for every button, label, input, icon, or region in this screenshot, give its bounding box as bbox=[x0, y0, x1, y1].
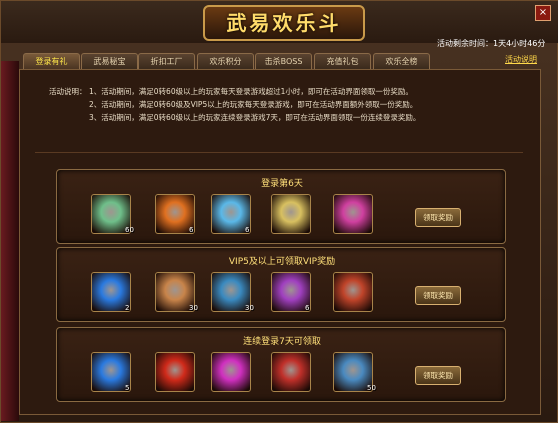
star-cluster-icon[interactable]: 5 bbox=[91, 352, 131, 392]
blue-orb-icon[interactable]: 6 bbox=[211, 194, 251, 234]
chest-icon[interactable] bbox=[333, 272, 373, 312]
remaining-time: 活动剩余时间：1天4小时46分 bbox=[437, 38, 545, 49]
reward-section-1: 登录第6天 60 6 6 领取奖励 bbox=[56, 169, 506, 244]
reward-section-3: 连续登录7天可领取 5 50 领取奖励 bbox=[56, 327, 506, 402]
item-count: 30 bbox=[189, 304, 198, 312]
reward-section-2: VIP5及以上可领取VIP奖励 2 30 30 6 领取奖励 bbox=[56, 247, 506, 322]
purple-orb-icon[interactable]: 6 bbox=[271, 272, 311, 312]
claim-reward-button[interactable]: 领取奖励 bbox=[415, 286, 461, 305]
tab-5[interactable]: 充值礼包 bbox=[314, 53, 371, 70]
item-count: 2 bbox=[125, 304, 130, 312]
gold-ingot-icon[interactable] bbox=[271, 194, 311, 234]
description-text: 3、活动期间，满足0转60级以上的玩家连续登录游戏7天，即可在活动界面领取一份连… bbox=[89, 113, 421, 122]
description-text: 1、活动期间，满足0转60级以上的玩家每天登录游戏超过1小时，即可在活动界面领取… bbox=[89, 87, 413, 96]
item-count: 50 bbox=[367, 384, 376, 392]
tab-2[interactable]: 折扣工厂 bbox=[138, 53, 195, 70]
claim-reward-button[interactable]: 领取奖励 bbox=[415, 366, 461, 385]
remaining-time-value: 1天4小时46分 bbox=[493, 39, 546, 48]
treasure-chest-icon[interactable] bbox=[271, 352, 311, 392]
section-title: 连续登录7天可领取 bbox=[243, 337, 321, 347]
red-orb-icon[interactable] bbox=[155, 352, 195, 392]
item-count: 60 bbox=[125, 226, 134, 234]
tab-1[interactable]: 武易秘宝 bbox=[81, 53, 138, 70]
tab-0[interactable]: 登录有礼 bbox=[23, 53, 80, 70]
character-art bbox=[1, 61, 19, 421]
tab-6[interactable]: 欢乐全榜 bbox=[373, 53, 430, 70]
scroll-tool-icon[interactable]: 50 bbox=[333, 352, 376, 392]
ring-icon[interactable]: 30 bbox=[211, 272, 254, 312]
magenta-orb-icon[interactable] bbox=[211, 352, 251, 392]
remaining-time-label: 活动剩余时间： bbox=[437, 39, 493, 48]
fire-orb-icon[interactable]: 6 bbox=[155, 194, 195, 234]
section-title: 登录第6天 bbox=[261, 179, 303, 189]
tab-3[interactable]: 欢乐积分 bbox=[197, 53, 254, 70]
window-title: 武易欢乐斗 bbox=[203, 5, 365, 41]
item-count: 5 bbox=[125, 384, 130, 392]
sack-icon[interactable]: 30 bbox=[155, 272, 198, 312]
claim-reward-button[interactable]: 领取奖励 bbox=[415, 208, 461, 227]
close-button[interactable]: × bbox=[535, 5, 551, 21]
item-count: 30 bbox=[245, 304, 254, 312]
description-label: 活动说明： bbox=[49, 87, 87, 96]
tab-4[interactable]: 击杀BOSS bbox=[255, 53, 312, 70]
game-window: 武易欢乐斗 × 活动剩余时间：1天4小时46分 登录有礼 武易秘宝 折扣工厂 欢乐积分… bbox=[0, 0, 558, 423]
item-count: 6 bbox=[245, 226, 250, 234]
gem-ring-icon[interactable]: 60 bbox=[91, 194, 134, 234]
help-link[interactable]: 活动说明 bbox=[505, 54, 537, 65]
section-title: VIP5及以上可领取VIP奖励 bbox=[228, 257, 336, 267]
item-count: 6 bbox=[189, 226, 194, 234]
description-text: 2、活动期间，满足0转60级及VIP5以上的玩家每天登录游戏，即可在活动界面额外… bbox=[89, 100, 418, 109]
item-count: 6 bbox=[305, 304, 310, 312]
pink-orb-icon[interactable] bbox=[333, 194, 373, 234]
star-cluster-icon[interactable]: 2 bbox=[91, 272, 131, 312]
divider bbox=[35, 152, 523, 153]
title-bar: 武易欢乐斗 × bbox=[1, 1, 558, 43]
